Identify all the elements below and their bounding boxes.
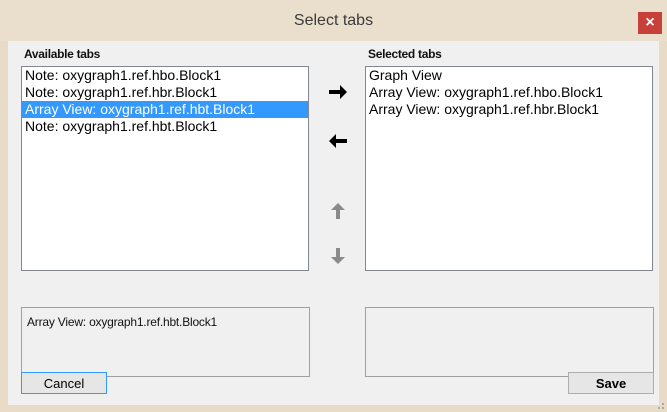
- move-up-button[interactable]: [326, 199, 350, 223]
- available-tabs-label: Available tabs: [24, 47, 101, 61]
- resize-grip-icon[interactable]: [655, 400, 665, 410]
- list-item[interactable]: Array View: oxygraph1.ref.hbo.Block1: [366, 84, 652, 101]
- cancel-button[interactable]: Cancel: [21, 372, 107, 394]
- available-tab-info-box: Array View: oxygraph1.ref.hbt.Block1: [21, 307, 310, 377]
- close-button[interactable]: ×: [638, 12, 662, 34]
- list-item[interactable]: Note: oxygraph1.ref.hbt.Block1: [22, 118, 308, 135]
- selected-tabs-list[interactable]: Graph View Array View: oxygraph1.ref.hbo…: [365, 66, 653, 271]
- list-item[interactable]: Note: oxygraph1.ref.hbo.Block1: [22, 67, 308, 84]
- selected-tab-info-box: [365, 307, 654, 377]
- save-button[interactable]: Save: [568, 372, 654, 394]
- selected-tabs-label: Selected tabs: [368, 47, 442, 61]
- arrow-left-icon: [329, 134, 347, 148]
- list-item[interactable]: Graph View: [366, 67, 652, 84]
- list-item[interactable]: Array View: oxygraph1.ref.hbr.Block1: [366, 101, 652, 118]
- list-item-selected[interactable]: Array View: oxygraph1.ref.hbt.Block1: [22, 101, 308, 118]
- move-left-button[interactable]: [326, 129, 350, 153]
- available-tab-info-text: Array View: oxygraph1.ref.hbt.Block1: [27, 315, 218, 329]
- title-bar[interactable]: Select tabs ×: [0, 0, 667, 41]
- list-item[interactable]: Note: oxygraph1.ref.hbr.Block1: [22, 84, 308, 101]
- move-right-button[interactable]: [326, 80, 350, 104]
- close-icon: ×: [645, 14, 655, 31]
- window-title: Select tabs: [293, 12, 374, 29]
- arrow-right-icon: [329, 85, 347, 99]
- arrow-down-icon: [331, 248, 345, 264]
- move-down-button[interactable]: [326, 244, 350, 268]
- dialog-body: Available tabs Selected tabs Note: oxygr…: [8, 41, 659, 405]
- select-tabs-dialog: Select tabs × Available tabs Selected ta…: [0, 0, 667, 412]
- available-tabs-list[interactable]: Note: oxygraph1.ref.hbo.Block1 Note: oxy…: [21, 66, 309, 271]
- arrow-up-icon: [331, 203, 345, 219]
